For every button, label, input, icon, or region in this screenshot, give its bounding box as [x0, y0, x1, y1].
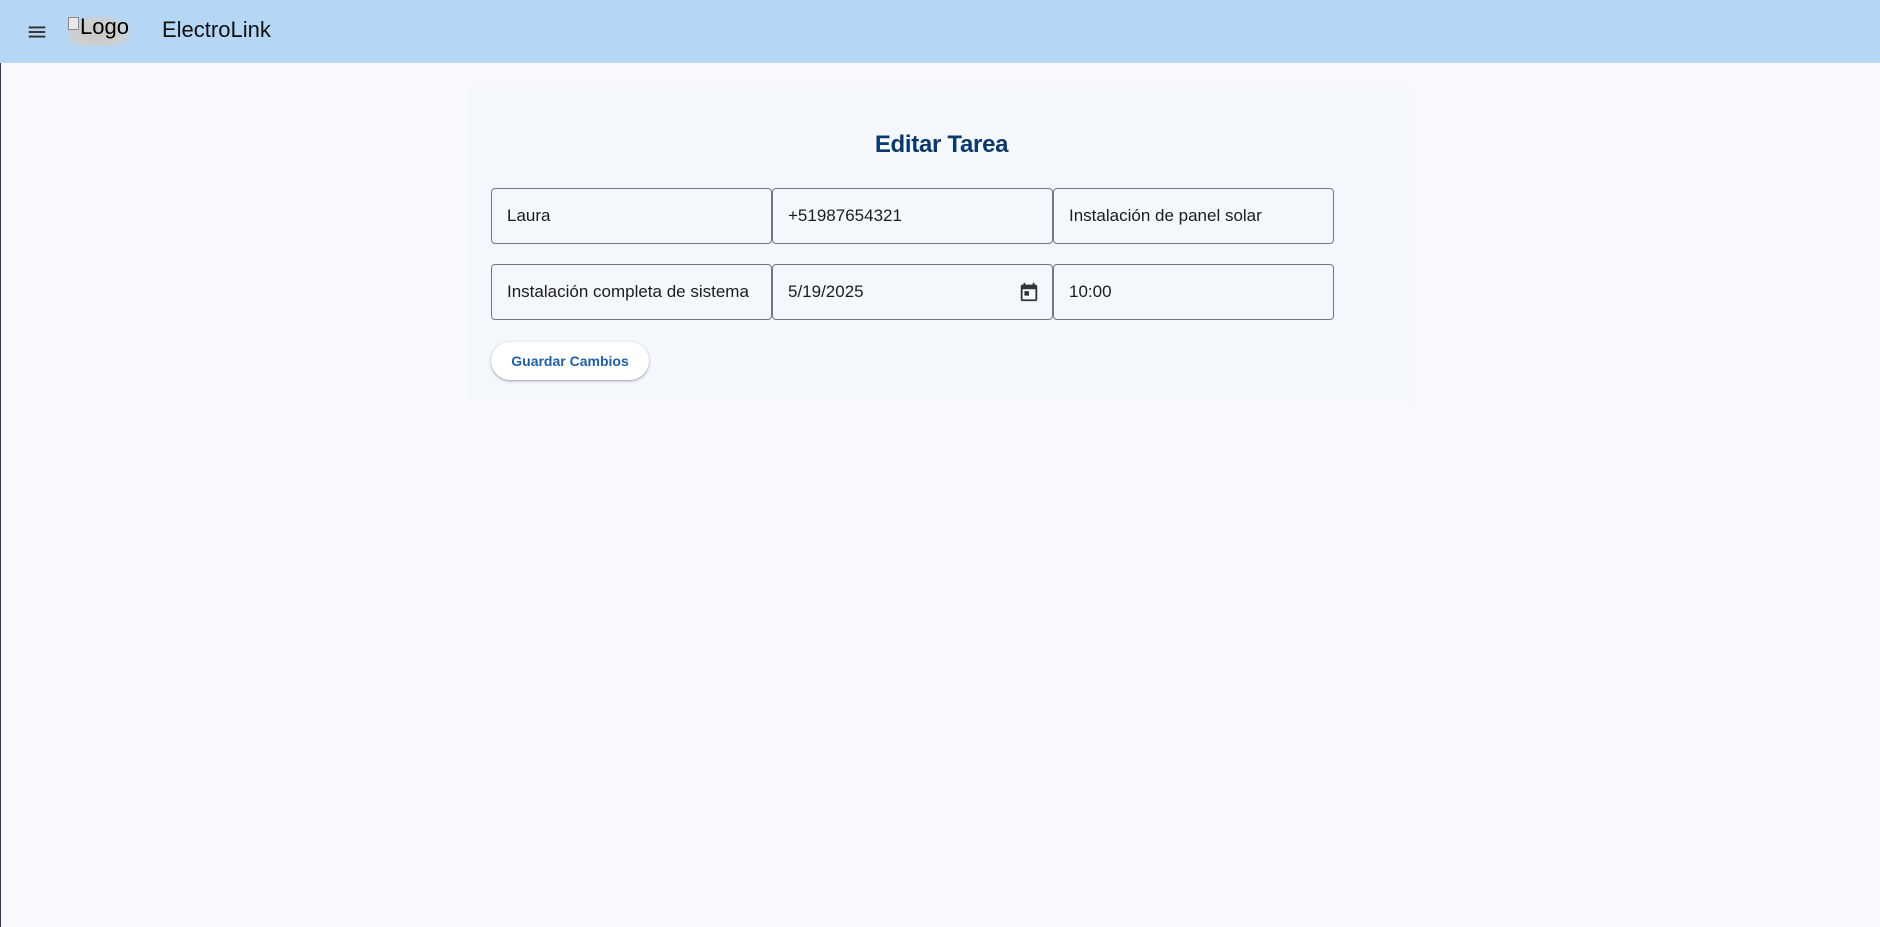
save-changes-button[interactable]: Guardar Cambios	[491, 342, 649, 380]
logo-image: Logo	[68, 14, 136, 46]
client-name-value: Laura	[507, 206, 551, 225]
phone-field[interactable]: +51987654321	[772, 188, 1053, 244]
date-value: 5/19/2025	[788, 282, 864, 301]
broken-image-icon	[68, 17, 79, 30]
window-edge	[0, 0, 1, 927]
time-value: 10:00	[1069, 282, 1112, 301]
top-app-bar: Logo ElectroLink	[0, 0, 1880, 63]
client-name-field[interactable]: Laura	[491, 188, 772, 244]
service-value: Instalación de panel solar	[1069, 206, 1262, 225]
time-field[interactable]: 10:00	[1053, 264, 1334, 320]
edit-task-card: Editar Tarea Laura +51987654321 Instalac…	[468, 87, 1415, 402]
calendar-icon[interactable]	[1018, 281, 1040, 303]
date-field[interactable]: 5/19/2025	[772, 264, 1053, 320]
description-field[interactable]: Instalación completa de sistema	[491, 264, 772, 320]
app-title: ElectroLink	[162, 17, 271, 42]
service-field[interactable]: Instalación de panel solar	[1053, 188, 1334, 244]
menu-button[interactable]	[20, 15, 54, 49]
description-value: Instalación completa de sistema	[507, 282, 749, 301]
phone-value: +51987654321	[788, 206, 902, 225]
menu-icon	[28, 26, 46, 38]
page-title: Editar Tarea	[874, 131, 1009, 158]
logo-alt-text: Logo	[80, 14, 129, 39]
